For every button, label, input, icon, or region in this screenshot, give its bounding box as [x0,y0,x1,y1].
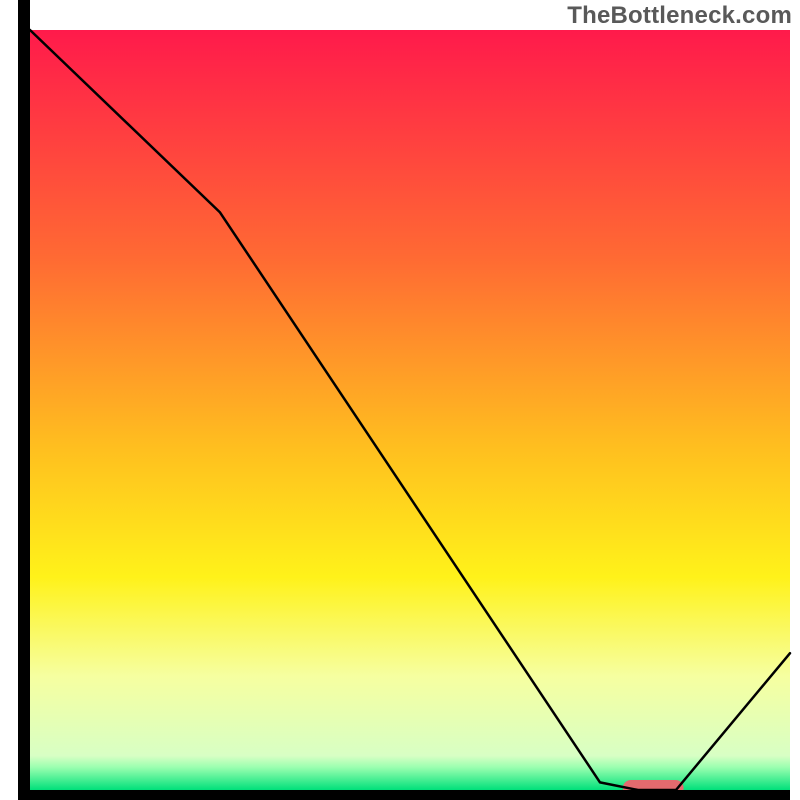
axis-left-extend [18,0,30,30]
bottleneck-chart [0,0,800,800]
axis-bottom [18,790,790,800]
axis-left [18,30,30,800]
watermark-label: TheBottleneck.com [567,2,792,30]
chart-container: TheBottleneck.com [0,0,800,800]
gradient-background [30,30,790,790]
